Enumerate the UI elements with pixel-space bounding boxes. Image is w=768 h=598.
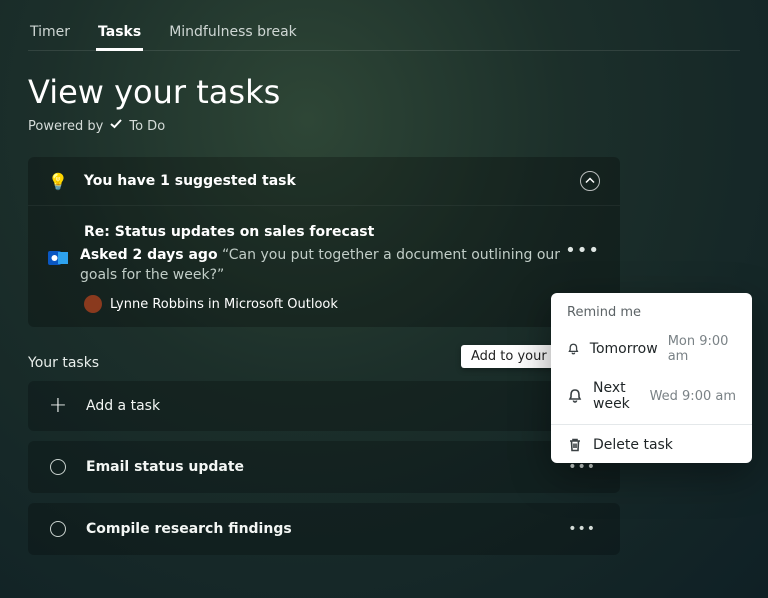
add-task-label: Add a task bbox=[86, 398, 600, 414]
tab-tasks[interactable]: Tasks bbox=[96, 18, 143, 51]
suggested-banner-text: You have 1 suggested task bbox=[84, 173, 564, 189]
suggested-from-line: Lynne Robbins in Microsoft Outlook bbox=[84, 295, 600, 313]
task-more-button[interactable]: ••• bbox=[564, 517, 600, 541]
outlook-icon bbox=[48, 248, 68, 268]
menu-item-next-week[interactable]: Next week Wed 9:00 am bbox=[551, 372, 752, 420]
task-row[interactable]: Email status update ••• bbox=[28, 441, 620, 493]
suggested-more-button[interactable]: ••• bbox=[561, 236, 604, 265]
menu-item-time: Wed 9:00 am bbox=[650, 389, 736, 404]
lightbulb-icon: 💡 bbox=[48, 172, 68, 191]
tabs: Timer Tasks Mindfulness break bbox=[28, 18, 740, 51]
bell-icon bbox=[567, 388, 583, 404]
powered-by-line: Powered by To Do bbox=[28, 117, 740, 135]
menu-item-label: Next week bbox=[593, 380, 640, 412]
todo-check-icon bbox=[109, 117, 123, 135]
menu-separator bbox=[551, 424, 752, 425]
suggested-header[interactable]: 💡 You have 1 suggested task bbox=[28, 157, 620, 206]
trash-icon bbox=[567, 437, 583, 453]
collapse-chevron-icon[interactable] bbox=[580, 171, 600, 191]
asked-prefix: Asked 2 days ago bbox=[80, 247, 218, 263]
menu-item-time: Mon 9:00 am bbox=[668, 334, 736, 364]
powered-by-prefix: Powered by bbox=[28, 119, 103, 134]
task-row[interactable]: Compile research findings ••• bbox=[28, 503, 620, 555]
menu-item-delete[interactable]: Delete task bbox=[551, 429, 752, 461]
task-label: Compile research findings bbox=[86, 521, 546, 537]
suggested-subject: Re: Status updates on sales forecast bbox=[84, 224, 600, 240]
page-title: View your tasks bbox=[28, 73, 740, 111]
sender-text: Lynne Robbins in Microsoft Outlook bbox=[110, 297, 338, 312]
menu-heading: Remind me bbox=[551, 299, 752, 326]
menu-item-label: Tomorrow bbox=[590, 341, 658, 357]
tab-mindfulness[interactable]: Mindfulness break bbox=[167, 18, 299, 50]
suggested-body: Re: Status updates on sales forecast Ask… bbox=[28, 206, 620, 327]
add-task-row[interactable]: + Add a task bbox=[28, 381, 620, 431]
menu-item-tomorrow[interactable]: Tomorrow Mon 9:00 am bbox=[551, 326, 752, 372]
task-checkbox[interactable] bbox=[50, 521, 66, 537]
sender-avatar bbox=[84, 295, 102, 313]
powered-by-app: To Do bbox=[129, 119, 165, 134]
tab-timer[interactable]: Timer bbox=[28, 18, 72, 50]
plus-icon: + bbox=[49, 395, 67, 417]
menu-item-label: Delete task bbox=[593, 437, 736, 453]
suggested-quote-line: Asked 2 days ago “Can you put together a… bbox=[80, 246, 600, 285]
context-menu: Remind me Tomorrow Mon 9:00 am Next week… bbox=[551, 293, 752, 463]
task-checkbox[interactable] bbox=[50, 459, 66, 475]
suggested-task-card: 💡 You have 1 suggested task Re: Status u… bbox=[28, 157, 620, 327]
bell-icon bbox=[567, 341, 580, 357]
task-label: Email status update bbox=[86, 459, 546, 475]
